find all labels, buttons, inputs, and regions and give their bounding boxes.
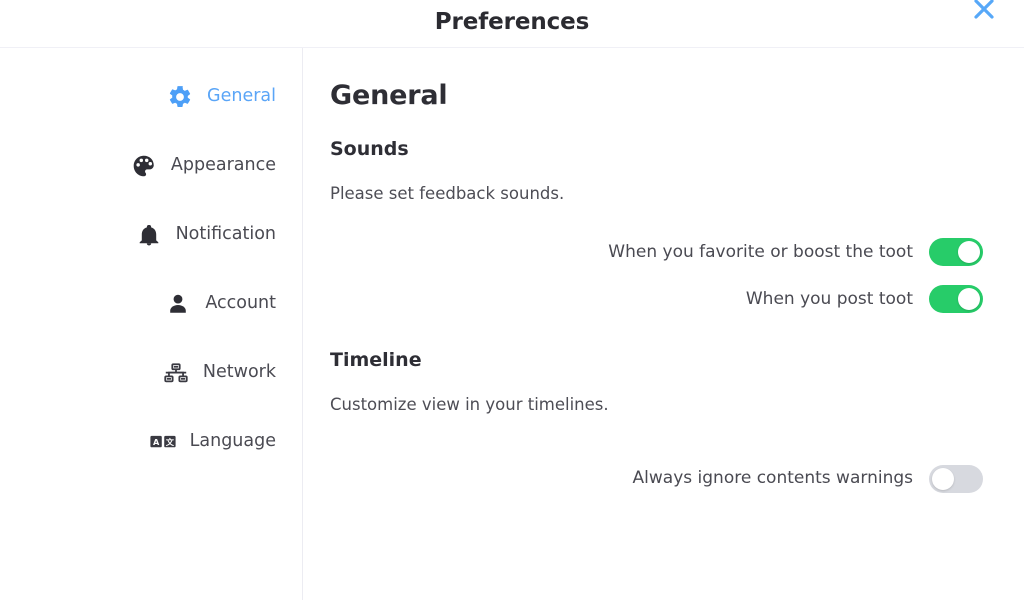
page-title: General [330,82,984,109]
setting-row-post-toot-sound: When you post toot [330,276,984,323]
window-title: Preferences [435,11,590,34]
toggle-knob [958,288,980,310]
sidebar-item-label: Appearance [171,157,276,175]
svg-text:文: 文 [165,436,174,446]
toggle-favorite-boost-sound[interactable] [929,238,983,266]
toggle-ignore-content-warnings[interactable] [929,465,983,493]
section-description: Please set feedback sounds. [330,186,984,203]
settings-content: General Sounds Please set feedback sound… [303,48,1024,600]
sidebar-item-label: General [207,88,276,106]
sidebar-item-general[interactable]: General [0,62,302,131]
setting-label: Always ignore contents warnings [633,470,913,487]
preferences-window: Preferences General [0,0,1024,600]
sidebar-item-appearance[interactable]: Appearance [0,131,302,200]
setting-row-ignore-content-warnings: Always ignore contents warnings [330,455,984,502]
close-x-icon [970,0,998,23]
gear-icon [167,84,193,110]
window-body: General Appearance Notification [0,48,1024,600]
section-description: Customize view in your timelines. [330,397,984,414]
sidebar-item-network[interactable]: Network [0,338,302,407]
section-title: Timeline [330,351,984,370]
section-timeline: Timeline Customize view in your timeline… [330,351,984,503]
toggle-knob [932,468,954,490]
setting-label: When you favorite or boost the toot [608,244,913,261]
sidebar-item-notification[interactable]: Notification [0,200,302,269]
toggle-post-toot-sound[interactable] [929,285,983,313]
settings-sidebar: General Appearance Notification [0,48,303,600]
row-spacer [330,439,984,455]
setting-row-favorite-boost-sound: When you favorite or boost the toot [330,229,984,276]
sidebar-item-label: Network [203,364,276,382]
close-button[interactable] [962,0,1006,31]
sidebar-item-label: Notification [176,226,276,244]
window-titlebar: Preferences [0,0,1024,48]
sidebar-item-language[interactable]: A 文 Language [0,407,302,476]
translate-icon: A 文 [150,429,176,455]
toggle-knob [958,241,980,263]
section-spacer [330,323,984,351]
sidebar-item-label: Account [205,295,276,313]
palette-icon [131,153,157,179]
person-icon [165,291,191,317]
sidebar-item-label: Language [190,433,276,451]
section-title: Sounds [330,140,984,159]
bell-icon [136,222,162,248]
svg-text:A: A [153,436,160,446]
section-sounds: Sounds Please set feedback sounds. When … [330,140,984,323]
setting-label: When you post toot [746,291,913,308]
sidebar-item-account[interactable]: Account [0,269,302,338]
sitemap-icon [163,360,189,386]
